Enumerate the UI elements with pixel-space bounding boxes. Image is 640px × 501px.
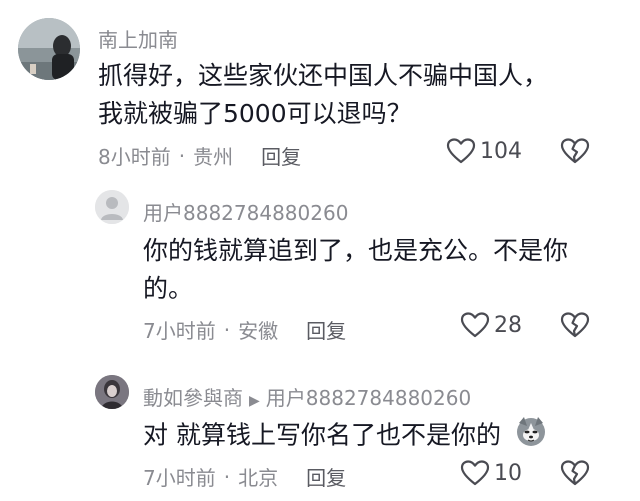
comment-meta: 7小时前 · 安徽 回复 [143, 315, 346, 344]
comment-location: 安徽 [238, 319, 279, 343]
avatar-photo-icon [18, 18, 80, 80]
like-button[interactable]: 10 [460, 459, 522, 487]
like-button[interactable]: 28 [460, 311, 522, 339]
comment-text-line: 抓得好，这些家伙还中国人不骗中国人， [98, 61, 549, 90]
separator-dot: · [223, 464, 231, 489]
comment-meta: 8小时前 · 贵州 回复 [98, 141, 301, 170]
comment-username[interactable]: 用户8882784880260 [143, 197, 348, 226]
comment-username-row: 動如參與商 ▶ 用户8882784880260 [143, 382, 471, 411]
reply-button[interactable]: 回复 [306, 315, 346, 344]
comment-text: 抓得好，这些家伙还中国人不骗中国人， 我就被骗了5000可以退吗？ [98, 57, 618, 133]
like-count: 104 [480, 138, 522, 164]
dislike-button[interactable] [560, 459, 590, 491]
dislike-button[interactable] [560, 311, 590, 343]
separator-dot: · [178, 143, 186, 168]
dislike-button[interactable] [560, 137, 590, 169]
heart-outline-icon [460, 460, 490, 486]
comment-text-line: 我就被骗了5000可以退吗？ [98, 99, 412, 128]
avatar-photo-icon [95, 375, 129, 409]
husky-emoji-icon [515, 415, 547, 458]
avatar[interactable] [95, 190, 129, 224]
default-user-icon [95, 190, 129, 224]
comment-time: 7小时前 [143, 319, 216, 343]
comment-username[interactable]: 南上加南 [98, 24, 178, 53]
like-count: 28 [494, 312, 522, 338]
reply-button[interactable]: 回复 [306, 462, 346, 491]
heart-outline-icon [460, 312, 490, 338]
heart-outline-icon [446, 138, 476, 164]
comment-text: 你的钱就算追到了，也是充公。不是你 的。 [143, 232, 623, 308]
comment-text: 对 就算钱上写你名了也不是你的 [143, 415, 623, 458]
avatar[interactable] [18, 18, 80, 80]
comment-text-line: 的。 [143, 274, 194, 303]
comment-time: 7小时前 [143, 466, 216, 490]
comment-meta: 7小时前 · 北京 回复 [143, 462, 346, 491]
comment-location: 北京 [238, 466, 279, 490]
comment-text-line: 对 就算钱上写你名了也不是你的 [143, 420, 501, 450]
comment-time: 8小时前 [98, 145, 171, 169]
like-count: 10 [494, 460, 522, 486]
comment-username[interactable]: 動如參與商 [143, 386, 243, 410]
comment-location: 贵州 [193, 145, 234, 169]
avatar[interactable] [95, 375, 129, 409]
broken-heart-icon [560, 312, 590, 338]
broken-heart-icon [560, 138, 590, 164]
triangle-right-icon: ▶ [249, 393, 260, 409]
like-button[interactable]: 104 [446, 137, 522, 165]
broken-heart-icon [560, 460, 590, 486]
comment-text-line: 你的钱就算追到了，也是充公。不是你 [143, 236, 569, 265]
reply-button[interactable]: 回复 [261, 141, 301, 170]
reply-to-username[interactable]: 用户8882784880260 [266, 386, 471, 410]
separator-dot: · [223, 317, 231, 342]
